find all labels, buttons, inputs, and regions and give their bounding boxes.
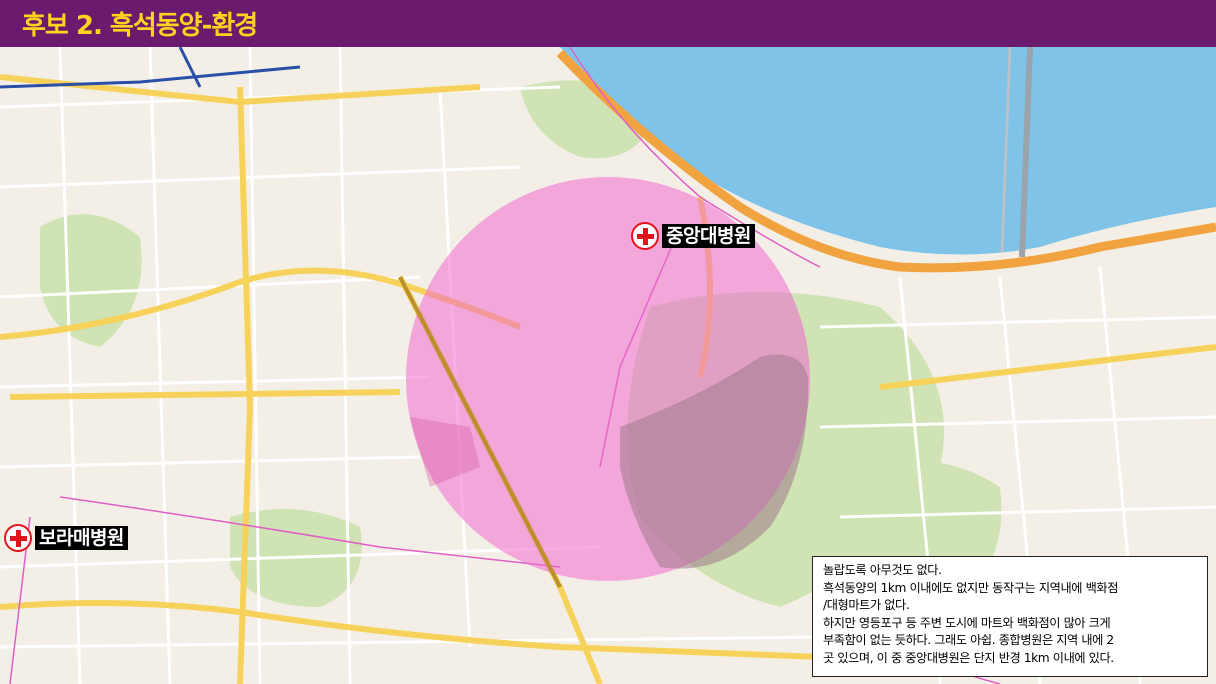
hospital-cross-icon <box>631 222 659 250</box>
note-line: 곳 있으며, 이 중 중앙대병원은 단지 반경 1km 이내에 있다. <box>823 650 1114 665</box>
analysis-note-box: 놀랍도록 아무것도 없다. 흑석동양의 1km 이내에도 없지만 동작구는 지역… <box>812 556 1208 677</box>
note-line: /대형마트가 없다. <box>823 598 910 612</box>
note-line: 흑석동양의 1km 이내에도 없지만 동작구는 지역내에 백화점 <box>823 580 1119 595</box>
note-line: 놀랍도록 아무것도 없다. <box>823 563 942 577</box>
marker-label: 중앙대병원 <box>662 224 755 248</box>
marker-chungang-hospital[interactable]: 중앙대병원 <box>631 222 755 250</box>
page-title: 후보 2. 흑석동양-환경 <box>22 11 258 41</box>
marker-boramae-hospital[interactable]: 보라매병원 <box>4 524 128 552</box>
note-line: 하지만 영등포구 등 주변 도시에 마트와 백화점이 많아 크게 <box>823 615 1111 630</box>
title-bar: 후보 2. 흑석동양-환경 <box>0 0 1216 47</box>
hospital-cross-icon <box>4 524 32 552</box>
marker-label: 보라매병원 <box>35 526 128 550</box>
note-line: 부족함이 없는 듯하다. 그래도 아쉽. 종합병원은 지역 내에 2 <box>823 633 1114 647</box>
